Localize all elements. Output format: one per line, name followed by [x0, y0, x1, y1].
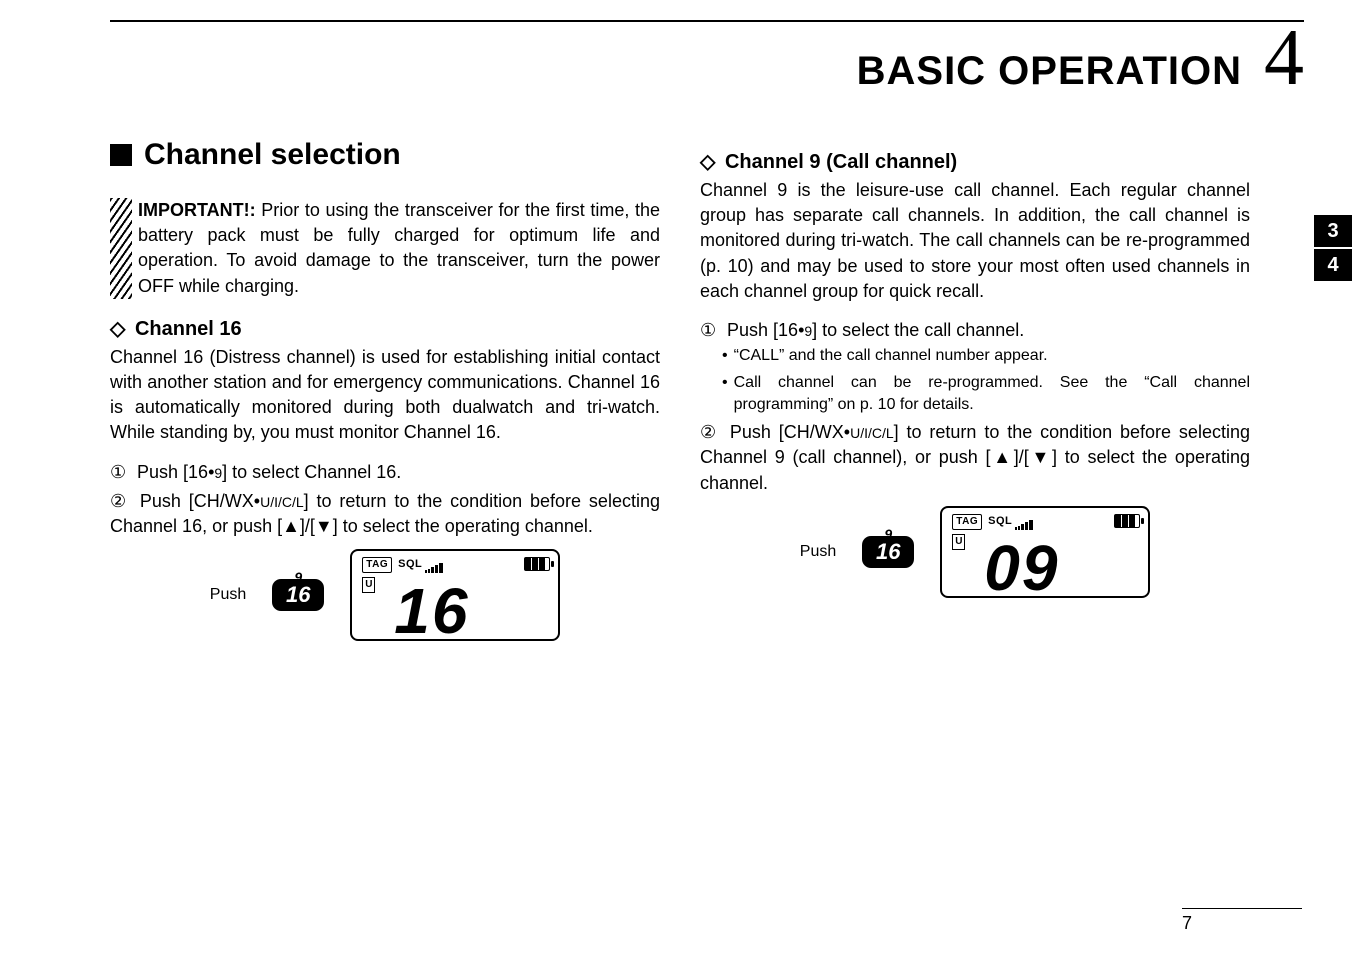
chapter-title: BASIC OPERATION [857, 49, 1242, 94]
ch9-sub2-text: Call channel can be re-programmed. See t… [734, 372, 1250, 417]
lcd-ch9: TAG SQL U 09 [940, 506, 1150, 598]
important-label: IMPORTANT!: [138, 200, 256, 220]
bullet-icon: • [722, 345, 728, 367]
diamond-icon: ◇ [700, 151, 715, 173]
sql-bars-icon [424, 557, 443, 572]
important-block: IMPORTANT!: Prior to using the transceiv… [110, 198, 660, 299]
side-tab-3: 3 [1314, 215, 1352, 249]
usa-indicator: U [362, 577, 375, 593]
ch16-step1-a: Push [16• [137, 462, 214, 482]
ch9-steps: ① Push [16•9] to select the call channel… [700, 318, 1250, 496]
sql-indicator: SQL [398, 557, 443, 572]
square-bullet-icon [110, 144, 132, 166]
usa-indicator: U [952, 534, 965, 550]
chapter-header: BASIC OPERATION 4 [110, 28, 1304, 94]
ch9-step1-a: Push [16• [727, 320, 804, 340]
push-label: Push [210, 584, 246, 606]
ch16-step1-b: ] to select Channel 16. [222, 462, 401, 482]
ch9-sub1: • “CALL” and the call channel number app… [722, 345, 1250, 367]
ch9-step1-b: ] to select the call channel. [812, 320, 1024, 340]
section-heading-text: Channel selection [144, 134, 401, 176]
page-number: 7 [1182, 908, 1302, 934]
right-column: ◇ Channel 9 (Call channel) Channel 9 is … [700, 134, 1250, 641]
lcd-ch9-top: TAG SQL [952, 514, 1138, 530]
hatch-icon [110, 198, 132, 299]
chapter-number: 4 [1264, 28, 1304, 88]
ch16-step1: ① Push [16•9] to select Channel 16. [110, 460, 660, 485]
ch16-steps: ① Push [16•9] to select Channel 16. ② Pu… [110, 460, 660, 540]
ch9-step1: ① Push [16•9] to select the call channel… [700, 318, 1250, 416]
button-16-superscript: 9 [272, 561, 324, 593]
enum-2: ② [110, 489, 132, 514]
small-uicl: U/I/C/L [850, 425, 894, 441]
side-tab-4: 4 [1314, 249, 1352, 283]
tag-indicator: TAG [952, 514, 982, 530]
lcd-big-09: 09 [984, 536, 1059, 600]
subheading-ch9: ◇ Channel 9 (Call channel) [700, 148, 1250, 176]
battery-icon [524, 557, 550, 575]
ch9-step2: ② Push [CH/WX•U/I/C/L] to return to the … [700, 420, 1250, 496]
ch9-sub2: • Call channel can be re-programmed. See… [722, 372, 1250, 417]
ch16-step2: ② Push [CH/WX•U/I/C/L] to return to the … [110, 489, 660, 539]
ch16-paragraph: Channel 16 (Distress channel) is used fo… [110, 345, 660, 446]
bullet-icon: • [722, 372, 728, 417]
subheading-ch9-text: Channel 9 (Call channel) [725, 151, 957, 173]
small-uicl: U/I/C/L [260, 494, 304, 510]
sql-indicator: SQL [988, 514, 1033, 529]
page-side-tabs: 3 4 [1314, 215, 1352, 283]
lcd-ch16: TAG SQL U 16 [350, 549, 560, 641]
enum-2: ② [700, 420, 722, 445]
sql-bars-icon [1014, 514, 1033, 529]
ch9-sub1-text: “CALL” and the call channel number appea… [734, 345, 1048, 367]
subheading-ch16: ◇ Channel 16 [110, 315, 660, 343]
left-column: Channel selection IMPORTANT!: Prior to u… [110, 134, 660, 641]
button-16: 9 16 [272, 579, 324, 611]
battery-icon [1114, 514, 1140, 532]
sql-text: SQL [988, 514, 1012, 529]
ch9-paragraph: Channel 9 is the leisure-use call channe… [700, 178, 1250, 304]
lcd-ch16-top: TAG SQL [362, 557, 548, 573]
enum-1: ① [110, 460, 132, 485]
button-16: 9 16 [862, 536, 914, 568]
subheading-ch16-text: Channel 16 [135, 318, 242, 340]
enum-1: ① [700, 318, 722, 343]
tag-indicator: TAG [362, 557, 392, 573]
section-heading: Channel selection [110, 134, 660, 176]
small-9: 9 [214, 465, 222, 481]
top-rule [110, 20, 1304, 22]
important-text: IMPORTANT!: Prior to using the transceiv… [138, 198, 660, 299]
ch9-display-row: Push 9 16 TAG SQL [700, 506, 1250, 598]
small-9: 9 [804, 323, 812, 339]
push-label: Push [800, 541, 836, 563]
ch16-step2-a: Push [CH/WX• [140, 491, 260, 511]
ch16-display-row: Push 9 16 TAG SQL [110, 549, 660, 641]
lcd-big-16: 16 [394, 579, 469, 643]
button-16-superscript: 9 [862, 518, 914, 550]
ch9-sublist: • “CALL” and the call channel number app… [722, 345, 1250, 416]
diamond-icon: ◇ [110, 318, 125, 340]
ch9-step2-a: Push [CH/WX• [730, 422, 850, 442]
sql-text: SQL [398, 557, 422, 572]
